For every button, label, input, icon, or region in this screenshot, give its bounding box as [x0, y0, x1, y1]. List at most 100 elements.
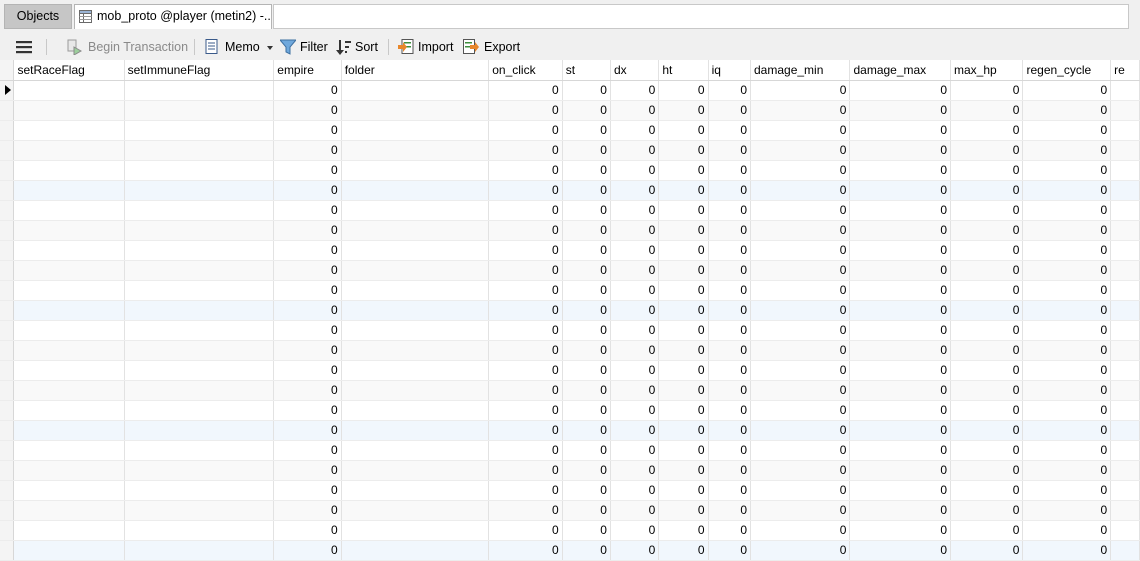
- row-indicator[interactable]: [0, 380, 15, 401]
- cell-damage-min[interactable]: 0: [750, 240, 851, 261]
- cell-re[interactable]: [1110, 180, 1140, 201]
- row-indicator[interactable]: [0, 80, 15, 101]
- cell-damage-min[interactable]: 0: [750, 100, 851, 121]
- table-row[interactable]: 0000000000: [0, 420, 1140, 441]
- table-row[interactable]: 0000000000: [0, 260, 1140, 281]
- cell-damage-min[interactable]: 0: [750, 540, 851, 561]
- cell-folder[interactable]: [341, 480, 490, 501]
- table-row[interactable]: 0000000000: [0, 460, 1140, 481]
- cell-iq[interactable]: 0: [708, 540, 752, 561]
- cell-ht[interactable]: 0: [658, 140, 709, 161]
- cell-dx[interactable]: 0: [610, 100, 660, 121]
- row-indicator[interactable]: [0, 460, 15, 481]
- cell-on-click[interactable]: 0: [488, 520, 563, 541]
- cell-setRaceFlag[interactable]: [13, 380, 125, 401]
- table-row[interactable]: 0000000000: [0, 160, 1140, 181]
- cell-regen-cycle[interactable]: 0: [1022, 420, 1112, 441]
- cell-folder[interactable]: [341, 300, 490, 321]
- cell-iq[interactable]: 0: [708, 100, 752, 121]
- cell-regen-cycle[interactable]: 0: [1022, 300, 1112, 321]
- tab-mob-proto-table[interactable]: mob_proto @player (metin2) -...: [74, 4, 272, 29]
- cell-setRaceFlag[interactable]: [13, 400, 125, 421]
- cell-st[interactable]: 0: [562, 260, 611, 281]
- row-indicator[interactable]: [0, 480, 15, 501]
- cell-iq[interactable]: 0: [708, 360, 752, 381]
- cell-iq[interactable]: 0: [708, 500, 752, 521]
- row-indicator[interactable]: [0, 160, 15, 181]
- cell-setImmuneFlag[interactable]: [124, 100, 275, 121]
- cell-on-click[interactable]: 0: [488, 140, 563, 161]
- row-indicator[interactable]: [0, 100, 15, 121]
- cell-re[interactable]: [1110, 120, 1140, 141]
- cell-damage-max[interactable]: 0: [849, 460, 951, 481]
- cell-folder[interactable]: [341, 200, 490, 221]
- cell-dx[interactable]: 0: [610, 80, 660, 101]
- cell-folder[interactable]: [341, 460, 490, 481]
- cell-damage-max[interactable]: 0: [849, 360, 951, 381]
- cell-ht[interactable]: 0: [658, 100, 709, 121]
- cell-st[interactable]: 0: [562, 220, 611, 241]
- cell-on-click[interactable]: 0: [488, 240, 563, 261]
- cell-damage-max[interactable]: 0: [849, 240, 951, 261]
- cell-re[interactable]: [1110, 160, 1140, 181]
- column-header-empire[interactable]: empire: [273, 60, 342, 81]
- table-row[interactable]: 0000000000: [0, 240, 1140, 261]
- table-row[interactable]: 0000000000: [0, 100, 1140, 121]
- cell-folder[interactable]: [341, 340, 490, 361]
- cell-setImmuneFlag[interactable]: [124, 460, 275, 481]
- cell-ht[interactable]: 0: [658, 400, 709, 421]
- cell-max-hp[interactable]: 0: [950, 220, 1024, 241]
- cell-re[interactable]: [1110, 460, 1140, 481]
- cell-empire[interactable]: 0: [273, 320, 342, 341]
- cell-iq[interactable]: 0: [708, 120, 752, 141]
- cell-damage-min[interactable]: 0: [750, 400, 851, 421]
- cell-iq[interactable]: 0: [708, 400, 752, 421]
- cell-damage-min[interactable]: 0: [750, 80, 851, 101]
- cell-setRaceFlag[interactable]: [13, 200, 125, 221]
- cell-dx[interactable]: 0: [610, 500, 660, 521]
- cell-st[interactable]: 0: [562, 160, 611, 181]
- cell-st[interactable]: 0: [562, 500, 611, 521]
- table-row[interactable]: 0000000000: [0, 180, 1140, 201]
- table-row[interactable]: 0000000000: [0, 200, 1140, 221]
- cell-on-click[interactable]: 0: [488, 200, 563, 221]
- cell-on-click[interactable]: 0: [488, 80, 563, 101]
- column-header-regen-cycle[interactable]: regen_cycle: [1022, 60, 1112, 81]
- cell-ht[interactable]: 0: [658, 260, 709, 281]
- cell-setRaceFlag[interactable]: [13, 500, 125, 521]
- cell-st[interactable]: 0: [562, 80, 611, 101]
- cell-damage-min[interactable]: 0: [750, 300, 851, 321]
- cell-damage-min[interactable]: 0: [750, 420, 851, 441]
- cell-ht[interactable]: 0: [658, 440, 709, 461]
- cell-empire[interactable]: 0: [273, 80, 342, 101]
- cell-st[interactable]: 0: [562, 360, 611, 381]
- cell-damage-max[interactable]: 0: [849, 420, 951, 441]
- cell-ht[interactable]: 0: [658, 480, 709, 501]
- cell-damage-min[interactable]: 0: [750, 120, 851, 141]
- cell-iq[interactable]: 0: [708, 440, 752, 461]
- cell-damage-max[interactable]: 0: [849, 100, 951, 121]
- cell-empire[interactable]: 0: [273, 300, 342, 321]
- row-indicator[interactable]: [0, 520, 15, 541]
- row-indicator[interactable]: [0, 220, 15, 241]
- cell-iq[interactable]: 0: [708, 480, 752, 501]
- cell-max-hp[interactable]: 0: [950, 400, 1024, 421]
- cell-empire[interactable]: 0: [273, 260, 342, 281]
- cell-regen-cycle[interactable]: 0: [1022, 160, 1112, 181]
- cell-on-click[interactable]: 0: [488, 460, 563, 481]
- cell-on-click[interactable]: 0: [488, 400, 563, 421]
- cell-damage-min[interactable]: 0: [750, 340, 851, 361]
- cell-ht[interactable]: 0: [658, 180, 709, 201]
- column-header-setRaceFlag[interactable]: setRaceFlag: [13, 60, 125, 81]
- cell-ht[interactable]: 0: [658, 200, 709, 221]
- cell-iq[interactable]: 0: [708, 420, 752, 441]
- cell-damage-max[interactable]: 0: [849, 440, 951, 461]
- cell-empire[interactable]: 0: [273, 280, 342, 301]
- column-header-folder[interactable]: folder: [341, 60, 490, 81]
- cell-st[interactable]: 0: [562, 200, 611, 221]
- cell-folder[interactable]: [341, 320, 490, 341]
- cell-on-click[interactable]: 0: [488, 500, 563, 521]
- cell-regen-cycle[interactable]: 0: [1022, 100, 1112, 121]
- cell-max-hp[interactable]: 0: [950, 320, 1024, 341]
- cell-setImmuneFlag[interactable]: [124, 140, 275, 161]
